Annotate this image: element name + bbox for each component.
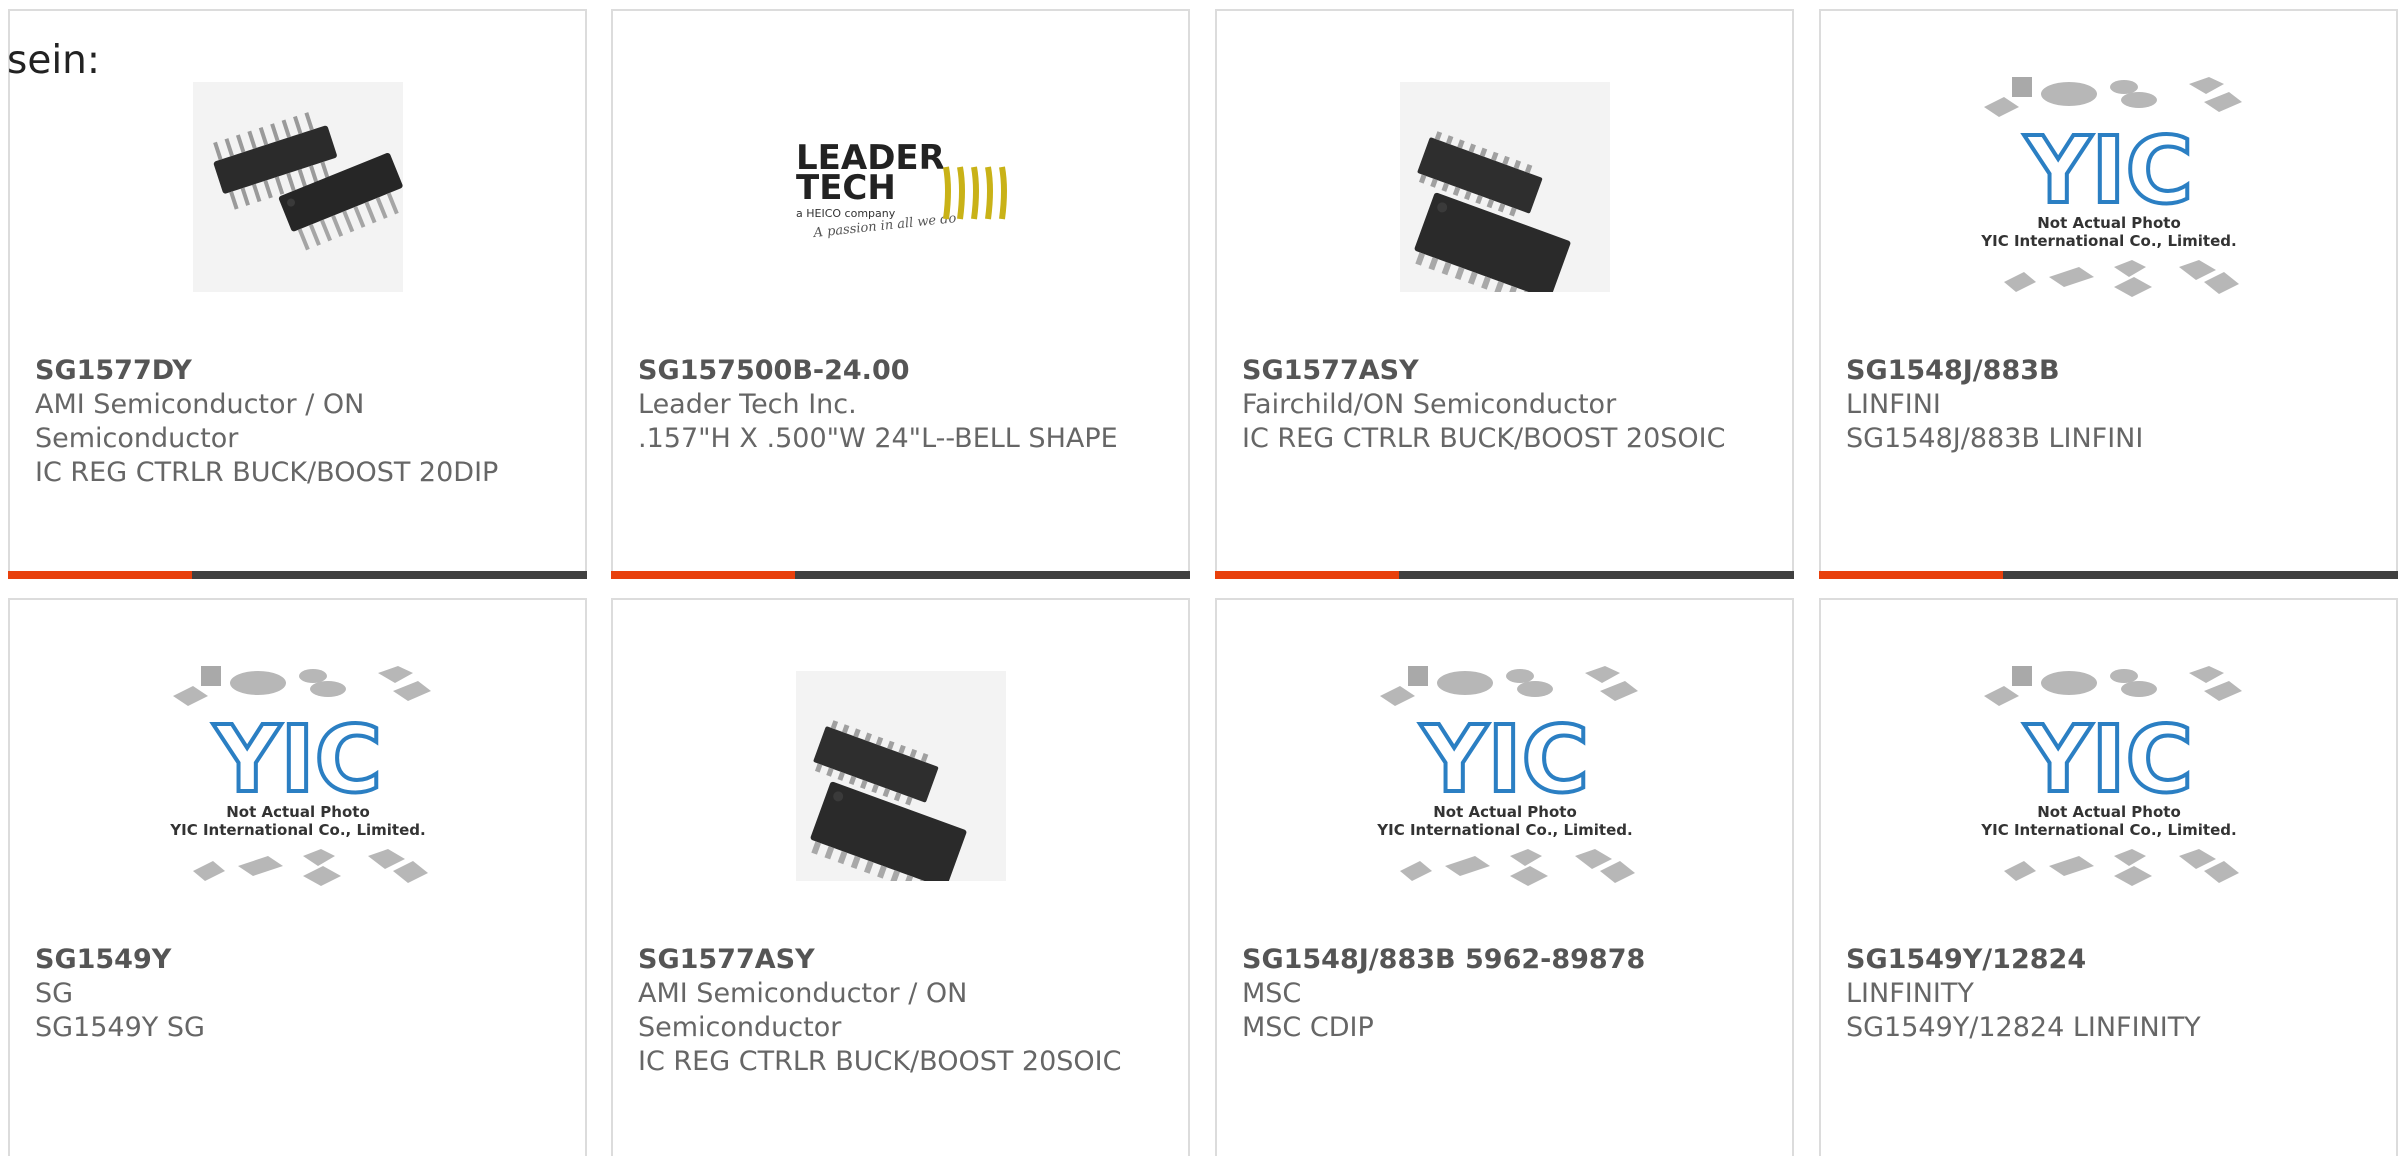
part-number[interactable]: SG1577ASY	[638, 943, 1168, 977]
leader-tech-logo: LEADER TECH a HEICO company A passion in…	[796, 138, 1007, 241]
card-bottom-bar	[1819, 571, 2398, 579]
manufacturer: SG	[35, 978, 74, 1009]
card-bottom-bar	[611, 571, 1190, 579]
description: SG1548J/883B LINFINI	[1846, 423, 2144, 454]
placeholder-note: Not Actual Photo	[2037, 803, 2181, 821]
description: IC REG CTRLR BUCK/BOOST 20SOIC	[1242, 423, 1726, 454]
yic-logo-icon: YIC	[2023, 706, 2192, 813]
product-image[interactable]: YIC Not Actual Photo YIC International C…	[1821, 77, 2396, 297]
placeholder-company: YIC International Co., Limited.	[1980, 232, 2236, 250]
placeholder-note: Not Actual Photo	[2037, 214, 2181, 232]
product-info: SG1548J/883B 5962-89878 MSC MSC CDIP	[1242, 943, 1772, 1045]
part-number[interactable]: SG1548J/883B 5962-89878	[1242, 943, 1772, 977]
product-card[interactable]: SG1577ASY Fairchild/ON Semiconductor IC …	[1215, 9, 1794, 579]
product-info: SG1549Y SG SG1549Y SG	[35, 943, 565, 1045]
product-card[interactable]: LEADER TECH a HEICO company A passion in…	[611, 9, 1190, 579]
intro-text: sein:	[7, 38, 101, 83]
product-card[interactable]: SG1577DY AMI Semiconductor / ON Semicond…	[8, 9, 587, 579]
product-image[interactable]	[613, 666, 1188, 886]
product-info: SG1549Y/12824 LINFINITY SG1549Y/12824 LI…	[1846, 943, 2376, 1045]
product-card[interactable]: YIC Not Actual Photo YIC International C…	[1819, 598, 2398, 1156]
logo-line2: TECH	[796, 168, 896, 208]
manufacturer: Leader Tech Inc.	[638, 389, 857, 420]
manufacturer: AMI Semiconductor / ON Semiconductor	[35, 389, 365, 454]
product-card[interactable]: YIC Not Actual Photo YIC International C…	[8, 598, 587, 1156]
product-image[interactable]: YIC Not Actual Photo YIC International C…	[1217, 666, 1792, 886]
product-info: SG1577DY AMI Semiconductor / ON Semicond…	[35, 354, 565, 490]
yic-logo-icon: YIC	[2023, 117, 2192, 224]
manufacturer: LINFINITY	[1846, 978, 1974, 1009]
description: IC REG CTRLR BUCK/BOOST 20SOIC	[638, 1046, 1122, 1077]
product-grid-page: sein: SG1577DY AMI Semiconductor / ON Se…	[0, 0, 2400, 1156]
yic-placeholder-image: YIC Not Actual Photo YIC International C…	[1376, 666, 1638, 886]
product-card[interactable]: YIC Not Actual Photo YIC International C…	[1819, 9, 2398, 579]
description: IC REG CTRLR BUCK/BOOST 20DIP	[35, 457, 499, 488]
product-image[interactable]: YIC Not Actual Photo YIC International C…	[1821, 666, 2396, 886]
yic-placeholder-image: YIC Not Actual Photo YIC International C…	[169, 666, 431, 886]
placeholder-note: Not Actual Photo	[226, 803, 370, 821]
part-number[interactable]: SG157500B-24.00	[638, 354, 1168, 388]
placeholder-company: YIC International Co., Limited.	[1376, 821, 1632, 839]
card-bottom-bar	[8, 571, 587, 579]
manufacturer: Fairchild/ON Semiconductor	[1242, 389, 1617, 420]
description: SG1549Y SG	[35, 1012, 205, 1043]
soic-chip-photo	[1399, 82, 1610, 292]
part-number[interactable]: SG1577DY	[35, 354, 565, 388]
product-info: SG1548J/883B LINFINI SG1548J/883B LINFIN…	[1846, 354, 2376, 456]
product-info: SG157500B-24.00 Leader Tech Inc. .157"H …	[638, 354, 1168, 456]
product-card[interactable]: SG1577ASY AMI Semiconductor / ON Semicon…	[611, 598, 1190, 1156]
description: MSC CDIP	[1242, 1012, 1374, 1043]
product-info: SG1577ASY Fairchild/ON Semiconductor IC …	[1242, 354, 1772, 456]
description: .157"H X .500"W 24"L--BELL SHAPE	[638, 423, 1118, 454]
yic-logo-icon: YIC	[1419, 706, 1588, 813]
product-info: SG1577ASY AMI Semiconductor / ON Semicon…	[638, 943, 1168, 1079]
card-accent-bar	[8, 571, 192, 579]
part-number[interactable]: SG1549Y	[35, 943, 565, 977]
placeholder-note: Not Actual Photo	[1433, 803, 1577, 821]
part-number[interactable]: SG1577ASY	[1242, 354, 1772, 388]
dip-chip-photo	[192, 82, 403, 292]
product-image[interactable]	[10, 77, 585, 297]
product-card[interactable]: YIC Not Actual Photo YIC International C…	[1215, 598, 1794, 1156]
part-number[interactable]: SG1549Y/12824	[1846, 943, 2376, 977]
manufacturer: AMI Semiconductor / ON Semiconductor	[638, 978, 968, 1043]
placeholder-company: YIC International Co., Limited.	[1980, 821, 2236, 839]
product-image[interactable]	[1217, 77, 1792, 297]
soic-chip-photo	[795, 671, 1006, 881]
product-image[interactable]: YIC Not Actual Photo YIC International C…	[10, 666, 585, 886]
yic-placeholder-image: YIC Not Actual Photo YIC International C…	[1980, 77, 2242, 297]
yic-placeholder-image: YIC Not Actual Photo YIC International C…	[1980, 666, 2242, 886]
card-accent-bar	[1215, 571, 1399, 579]
product-grid: SG1577DY AMI Semiconductor / ON Semicond…	[0, 0, 2400, 1156]
card-bottom-bar	[1215, 571, 1794, 579]
description: SG1549Y/12824 LINFINITY	[1846, 1012, 2201, 1043]
manufacturer: MSC	[1242, 978, 1302, 1009]
placeholder-company: YIC International Co., Limited.	[169, 821, 425, 839]
part-number[interactable]: SG1548J/883B	[1846, 354, 2376, 388]
manufacturer: LINFINI	[1846, 389, 1941, 420]
card-accent-bar	[611, 571, 795, 579]
card-accent-bar	[1819, 571, 2003, 579]
yic-logo-icon: YIC	[212, 706, 381, 813]
product-image[interactable]: LEADER TECH a HEICO company A passion in…	[613, 77, 1188, 297]
